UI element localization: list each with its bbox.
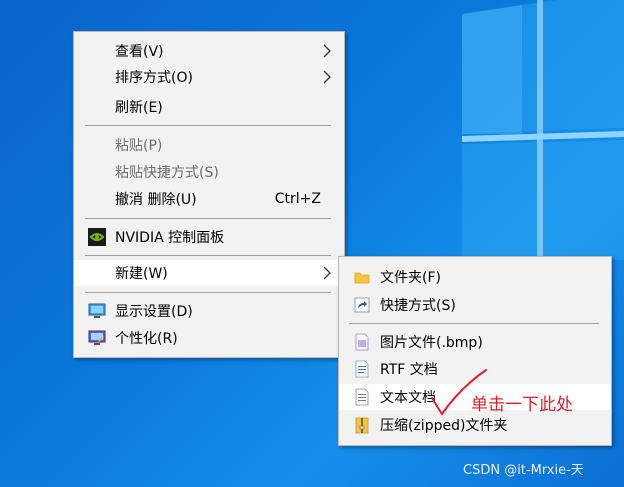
submenu-item-label: 文本文档	[380, 390, 436, 406]
windows-logo	[462, 0, 624, 260]
desktop-context-menu: 查看(V) 排序方式(O) 刷新(E) 粘贴(P) 粘贴快捷方式(S) 撤消 删…	[73, 31, 345, 358]
chevron-right-icon	[323, 70, 331, 84]
menu-item-personalize[interactable]: 个性化(R)	[74, 325, 344, 351]
menu-item-refresh[interactable]: 刷新(E)	[74, 94, 344, 120]
menu-item-label: 新建(W)	[115, 266, 168, 282]
submenu-item-bitmap-image[interactable]: 图片文件(.bmp)	[339, 329, 611, 355]
menu-separator	[85, 255, 331, 256]
menu-separator	[85, 218, 331, 219]
personalize-icon	[88, 330, 106, 345]
menu-item-view[interactable]: 查看(V)	[74, 38, 344, 64]
submenu-item-label: 图片文件(.bmp)	[380, 335, 483, 351]
menu-item-label: 查看(V)	[115, 44, 164, 60]
menu-separator	[349, 323, 599, 324]
menu-item-label: 显示设置(D)	[115, 304, 193, 320]
menu-item-label: 粘贴快捷方式(S)	[115, 165, 219, 181]
submenu-item-label: 快捷方式(S)	[380, 298, 456, 314]
menu-item-display-settings[interactable]: 显示设置(D)	[74, 298, 344, 324]
menu-item-nvidia-control-panel[interactable]: NVIDIA 控制面板	[74, 224, 344, 250]
menu-item-paste[interactable]: 粘贴(P)	[74, 132, 344, 158]
rtf-document-icon	[355, 360, 369, 378]
monitor-icon	[88, 303, 106, 318]
menu-item-label: 排序方式(O)	[115, 70, 193, 86]
menu-separator	[85, 292, 331, 293]
chevron-right-icon	[323, 44, 331, 58]
menu-item-label: 刷新(E)	[115, 100, 163, 116]
menu-item-label: 个性化(R)	[115, 331, 178, 347]
folder-icon	[354, 272, 370, 284]
shortcut-label: Ctrl+Z	[274, 191, 321, 207]
annotation-text: 单击一下此处	[471, 395, 573, 415]
shortcut-arrow-icon	[354, 297, 370, 313]
zip-folder-icon	[355, 417, 369, 434]
menu-separator	[85, 125, 331, 126]
menu-item-undo-delete[interactable]: 撤消 删除(U) Ctrl+Z	[74, 186, 344, 212]
menu-item-label: NVIDIA 控制面板	[115, 230, 225, 246]
text-document-icon	[355, 388, 369, 406]
submenu-item-folder[interactable]: 文件夹(F)	[339, 264, 611, 290]
nvidia-icon	[88, 228, 106, 246]
menu-item-sort-by[interactable]: 排序方式(O)	[74, 64, 344, 90]
submenu-item-shortcut[interactable]: 快捷方式(S)	[339, 292, 611, 318]
menu-item-new[interactable]: 新建(W)	[74, 260, 344, 286]
menu-item-label: 撤消 删除(U)	[115, 192, 197, 208]
submenu-item-label: 文件夹(F)	[380, 270, 441, 286]
watermark: CSDN @it-Mrxie-天	[463, 463, 584, 478]
menu-item-label: 粘贴(P)	[115, 138, 163, 154]
submenu-item-label: 压缩(zipped)文件夹	[380, 418, 508, 434]
menu-item-paste-shortcut[interactable]: 粘贴快捷方式(S)	[74, 159, 344, 185]
image-file-icon	[355, 333, 369, 351]
chevron-right-icon	[323, 266, 331, 280]
